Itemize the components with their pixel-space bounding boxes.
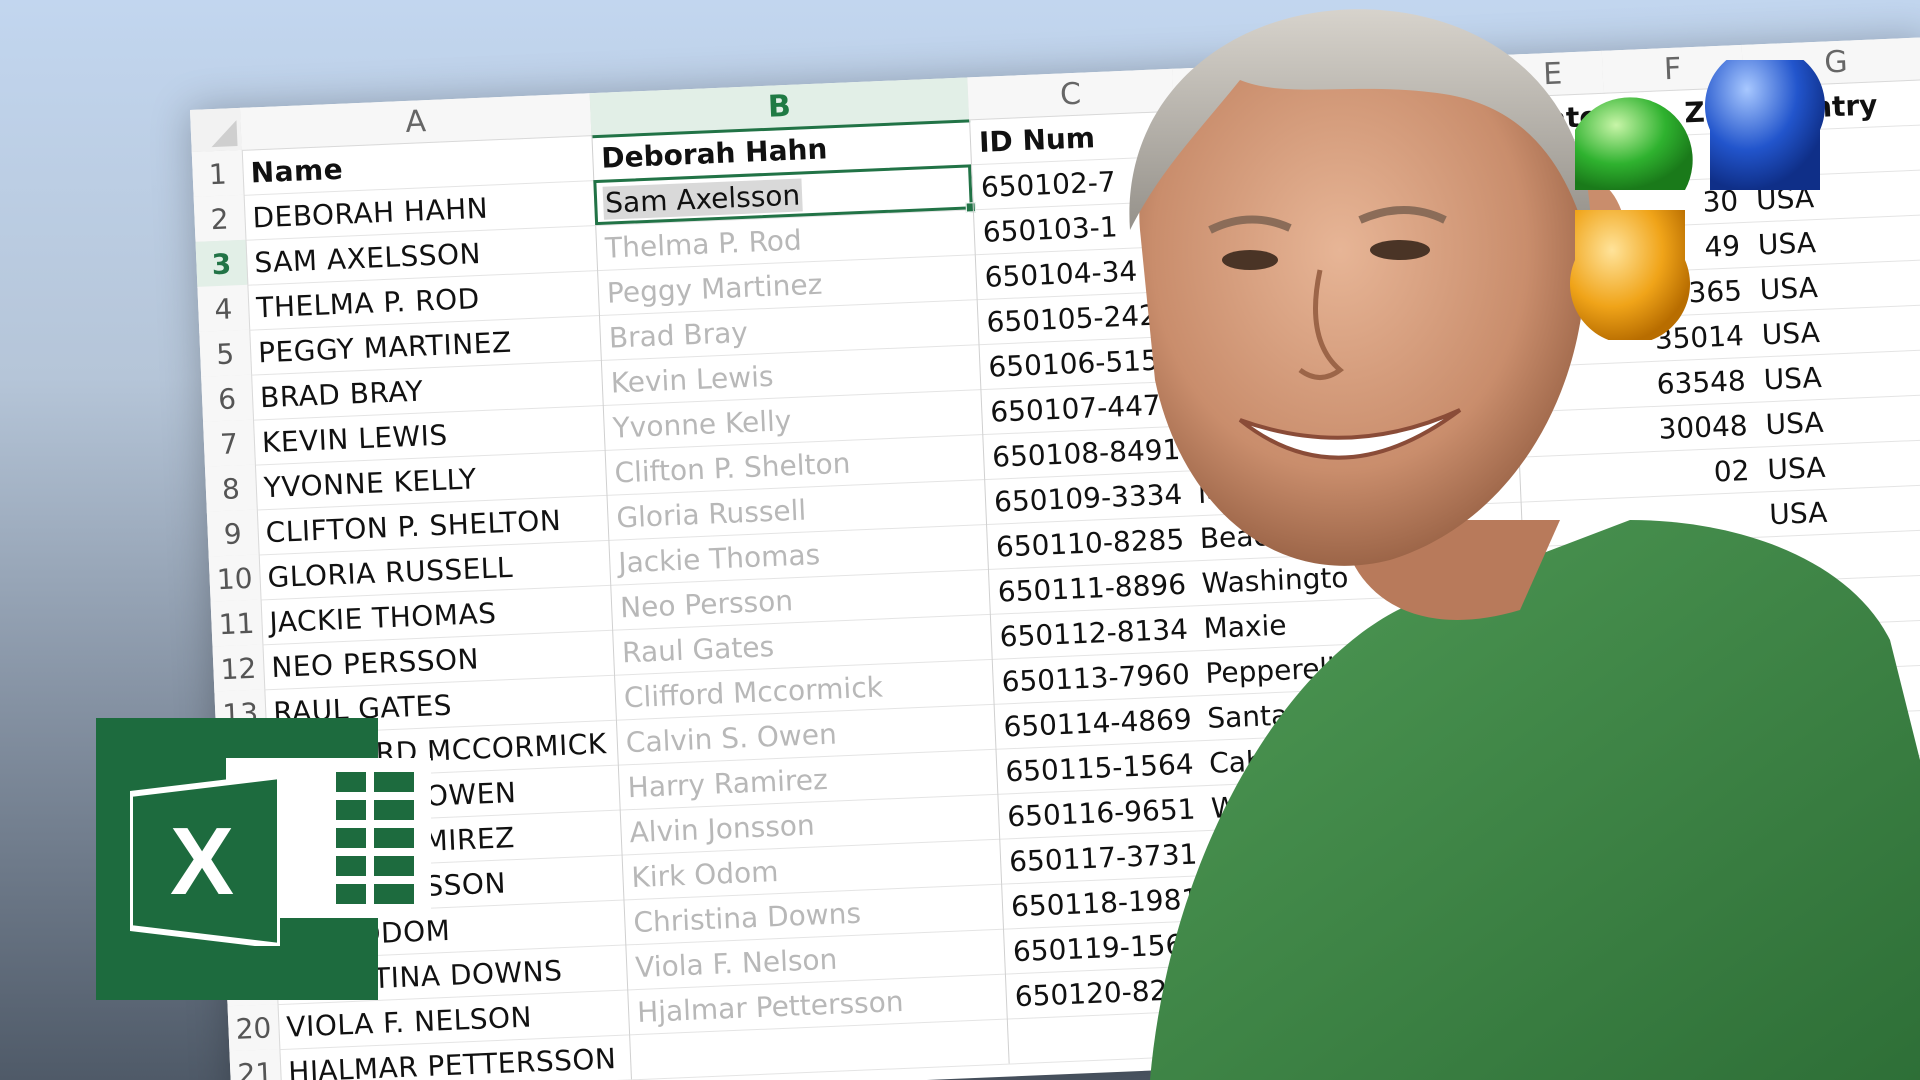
row-header-7[interactable]: 7 — [203, 419, 256, 468]
bubbles-logo — [1570, 60, 1825, 340]
row-header-11[interactable]: 11 — [210, 599, 264, 648]
row-header-6[interactable]: 6 — [201, 374, 255, 423]
x-badge-icon: X — [130, 776, 280, 946]
row-header-3[interactable]: 3 — [195, 239, 249, 288]
excel-logo-letter: X — [170, 808, 234, 915]
excel-logo: X — [96, 718, 431, 1000]
row-header-9[interactable]: 9 — [206, 509, 260, 558]
row-header-1[interactable]: 1 — [191, 149, 245, 198]
row-header-21[interactable]: 21 — [229, 1049, 283, 1080]
select-all-corner[interactable] — [190, 107, 243, 153]
thumbnail-stage: ABCDEFG 1NameDeborah HahnID NumStateZipC… — [0, 0, 1920, 1080]
row-header-12[interactable]: 12 — [212, 644, 266, 693]
row-header-20[interactable]: 20 — [227, 1004, 281, 1053]
row-header-5[interactable]: 5 — [199, 329, 253, 378]
row-header-10[interactable]: 10 — [208, 554, 262, 603]
row-header-2[interactable]: 2 — [193, 194, 247, 243]
row-header-8[interactable]: 8 — [204, 464, 258, 513]
row-header-4[interactable]: 4 — [197, 284, 251, 333]
